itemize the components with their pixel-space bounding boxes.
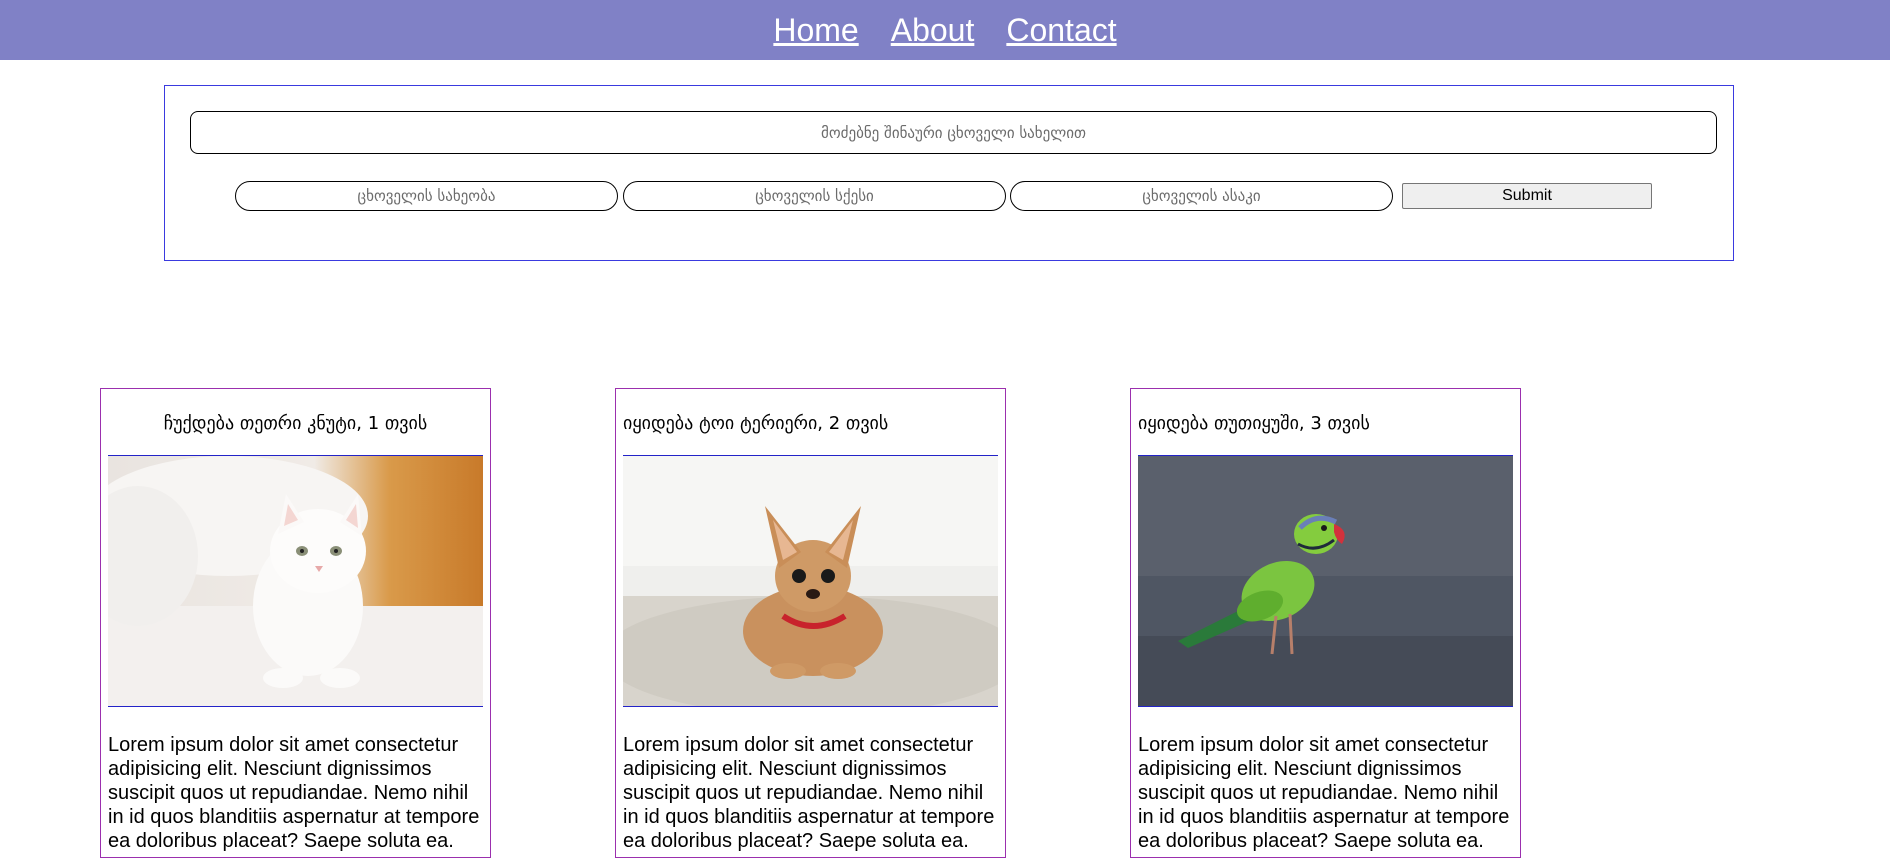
green-parrot-image	[1138, 455, 1513, 707]
nav-link-about[interactable]: About	[891, 14, 975, 46]
top-navbar: Home About Contact	[0, 0, 1890, 60]
parrot-illustration	[1138, 456, 1513, 706]
toy-terrier-image	[623, 455, 998, 707]
pet-name-search-input[interactable]	[190, 111, 1717, 154]
nav-link-home[interactable]: Home	[773, 14, 858, 46]
pet-card-parrot: იყიდება თუთიყუში, 3 თვის Lorem ipsum dol…	[1130, 388, 1521, 858]
card-title: იყიდება თუთიყუში, 3 თვის	[1138, 413, 1370, 434]
terrier-illustration	[623, 456, 998, 706]
card-description: Lorem ipsum dolor sit amet consectetur a…	[108, 734, 480, 852]
sex-filter-input[interactable]	[623, 181, 1006, 211]
age-filter-input[interactable]	[1010, 181, 1393, 211]
submit-button[interactable]: Submit	[1402, 183, 1652, 209]
pet-card-kitten: ჩუქდება თეთრი კნუტი, 1 თვის Lorem ipsum …	[100, 388, 491, 858]
species-filter-input[interactable]	[235, 181, 618, 211]
card-description: Lorem ipsum dolor sit amet consectetur a…	[1138, 734, 1510, 852]
white-kitten-image	[108, 455, 483, 707]
card-title: ჩუქდება თეთრი კნუტი, 1 თვის	[163, 413, 428, 434]
nav-link-contact[interactable]: Contact	[1006, 14, 1116, 46]
card-description: Lorem ipsum dolor sit amet consectetur a…	[623, 734, 995, 852]
kitten-illustration	[108, 456, 483, 706]
search-panel: Submit	[164, 85, 1734, 261]
card-title: იყიდება ტოი ტერიერი, 2 თვის	[623, 413, 889, 434]
pet-card-toy-terrier: იყიდება ტოი ტერიერი, 2 თვის Lorem ipsum …	[615, 388, 1006, 858]
